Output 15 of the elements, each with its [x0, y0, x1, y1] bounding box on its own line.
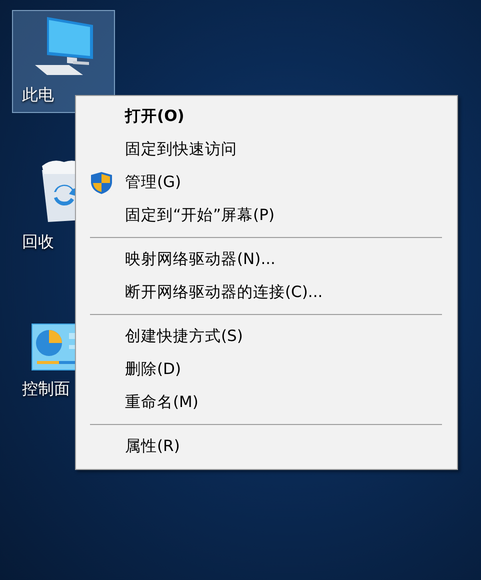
menu-item[interactable]: 删除(D): [76, 353, 457, 386]
desktop-icon-label: 回收: [22, 232, 54, 253]
menu-item[interactable]: 重命名(M): [76, 386, 457, 419]
shield-icon: [90, 171, 113, 195]
menu-item[interactable]: 管理(G): [76, 166, 457, 199]
menu-item[interactable]: 断开网络驱动器的连接(C)...: [76, 276, 457, 309]
menu-item[interactable]: 映射网络驱动器(N)...: [76, 243, 457, 276]
menu-item[interactable]: 属性(R): [76, 430, 457, 463]
desktop-icon-label: 控制面: [22, 379, 70, 400]
computer-icon: [32, 15, 94, 77]
desktop-icon-label: 此电: [22, 85, 54, 106]
menu-item[interactable]: 创建快捷方式(S): [76, 320, 457, 353]
menu-item[interactable]: 固定到快速访问: [76, 133, 457, 166]
desktop-icon-tile[interactable]: 此电: [12, 10, 115, 113]
menu-item[interactable]: 固定到“开始”屏幕(P): [76, 199, 457, 232]
